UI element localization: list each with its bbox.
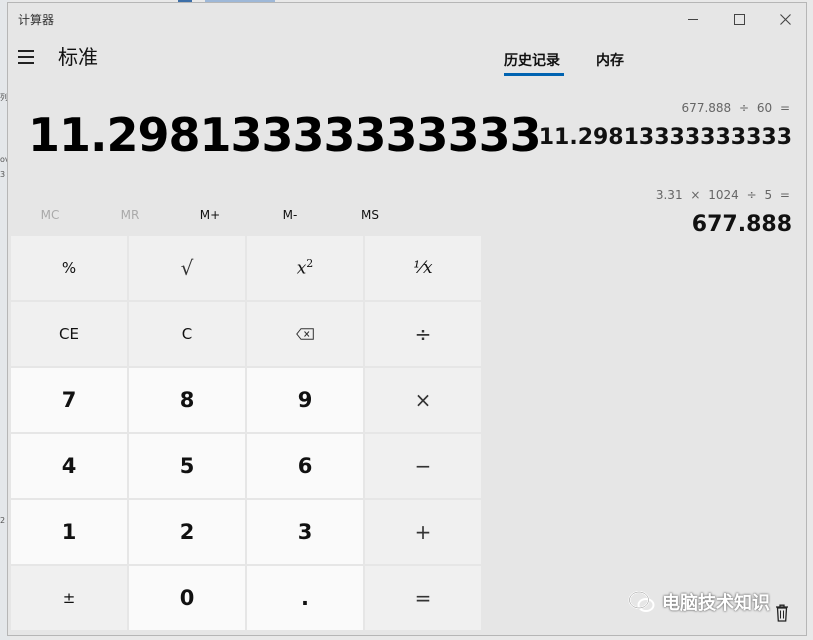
square-root-button[interactable]: √ bbox=[129, 236, 245, 300]
memory-add-button[interactable]: M+ bbox=[170, 203, 250, 227]
history-result[interactable]: 677.888 bbox=[692, 212, 792, 237]
reciprocal-button[interactable]: ¹⁄x bbox=[365, 236, 481, 300]
close-button[interactable] bbox=[762, 3, 808, 35]
clear-entry-button[interactable]: CE bbox=[11, 302, 127, 366]
memory-subtract-button[interactable]: M- bbox=[250, 203, 330, 227]
watermark: 电脑技术知识 bbox=[628, 588, 770, 616]
multiply-button[interactable]: × bbox=[365, 368, 481, 432]
memory-store-button[interactable]: MS bbox=[330, 203, 410, 227]
keypad: % √ x2 ¹⁄x CE C ÷ 7 8 9 × 4 5 6 − 1 2 3 … bbox=[11, 236, 481, 630]
history-expression[interactable]: 3.31 × 1024 ÷ 5 = bbox=[656, 188, 790, 202]
calculator-mode-title: 标准 bbox=[58, 45, 98, 69]
calculator-window: 计算器 标准 历史记录 内存 11.29813333333333 MC MR M… bbox=[7, 2, 807, 636]
digit-3-button[interactable]: 3 bbox=[247, 500, 363, 564]
digit-7-button[interactable]: 7 bbox=[11, 368, 127, 432]
result-display: 11.29813333333333 bbox=[28, 108, 542, 162]
decimal-point-button[interactable]: . bbox=[247, 566, 363, 630]
maximize-button[interactable] bbox=[716, 3, 762, 35]
background-text: 3 bbox=[0, 170, 6, 179]
maximize-icon bbox=[733, 13, 745, 25]
digit-4-button[interactable]: 4 bbox=[11, 434, 127, 498]
history-expression[interactable]: 677.888 ÷ 60 = bbox=[682, 101, 790, 115]
subtract-button[interactable]: − bbox=[365, 434, 481, 498]
backspace-icon bbox=[296, 328, 314, 340]
close-icon bbox=[779, 13, 791, 25]
title-bar[interactable]: 计算器 bbox=[8, 3, 806, 35]
digit-2-button[interactable]: 2 bbox=[129, 500, 245, 564]
minimize-button[interactable] bbox=[670, 3, 716, 35]
history-result[interactable]: 11.29813333333333 bbox=[539, 125, 792, 150]
active-tab-indicator bbox=[504, 73, 564, 76]
negate-button[interactable]: ± bbox=[11, 566, 127, 630]
percent-button[interactable]: % bbox=[11, 236, 127, 300]
digit-5-button[interactable]: 5 bbox=[129, 434, 245, 498]
digit-0-button[interactable]: 0 bbox=[129, 566, 245, 630]
tab-memory[interactable]: 内存 bbox=[596, 50, 624, 70]
square-icon: x2 bbox=[296, 257, 314, 279]
memory-clear-button[interactable]: MC bbox=[10, 203, 90, 227]
menu-button[interactable] bbox=[18, 47, 38, 67]
tab-history[interactable]: 历史记录 bbox=[504, 50, 560, 70]
digit-9-button[interactable]: 9 bbox=[247, 368, 363, 432]
digit-6-button[interactable]: 6 bbox=[247, 434, 363, 498]
watermark-text: 电脑技术知识 bbox=[662, 593, 770, 614]
square-button[interactable]: x2 bbox=[247, 236, 363, 300]
wechat-icon bbox=[628, 591, 655, 612]
background-text: 2 bbox=[0, 516, 6, 525]
hamburger-icon bbox=[18, 50, 34, 52]
trash-icon bbox=[776, 604, 788, 622]
digit-8-button[interactable]: 8 bbox=[129, 368, 245, 432]
backspace-button[interactable] bbox=[247, 302, 363, 366]
digit-1-button[interactable]: 1 bbox=[11, 500, 127, 564]
equals-button[interactable]: = bbox=[365, 566, 481, 630]
add-button[interactable]: + bbox=[365, 500, 481, 564]
clear-button[interactable]: C bbox=[129, 302, 245, 366]
memory-recall-button[interactable]: MR bbox=[90, 203, 170, 227]
divide-button[interactable]: ÷ bbox=[365, 302, 481, 366]
delete-history-button[interactable] bbox=[775, 604, 789, 622]
window-title: 计算器 bbox=[18, 13, 55, 27]
minimize-icon bbox=[688, 18, 698, 20]
